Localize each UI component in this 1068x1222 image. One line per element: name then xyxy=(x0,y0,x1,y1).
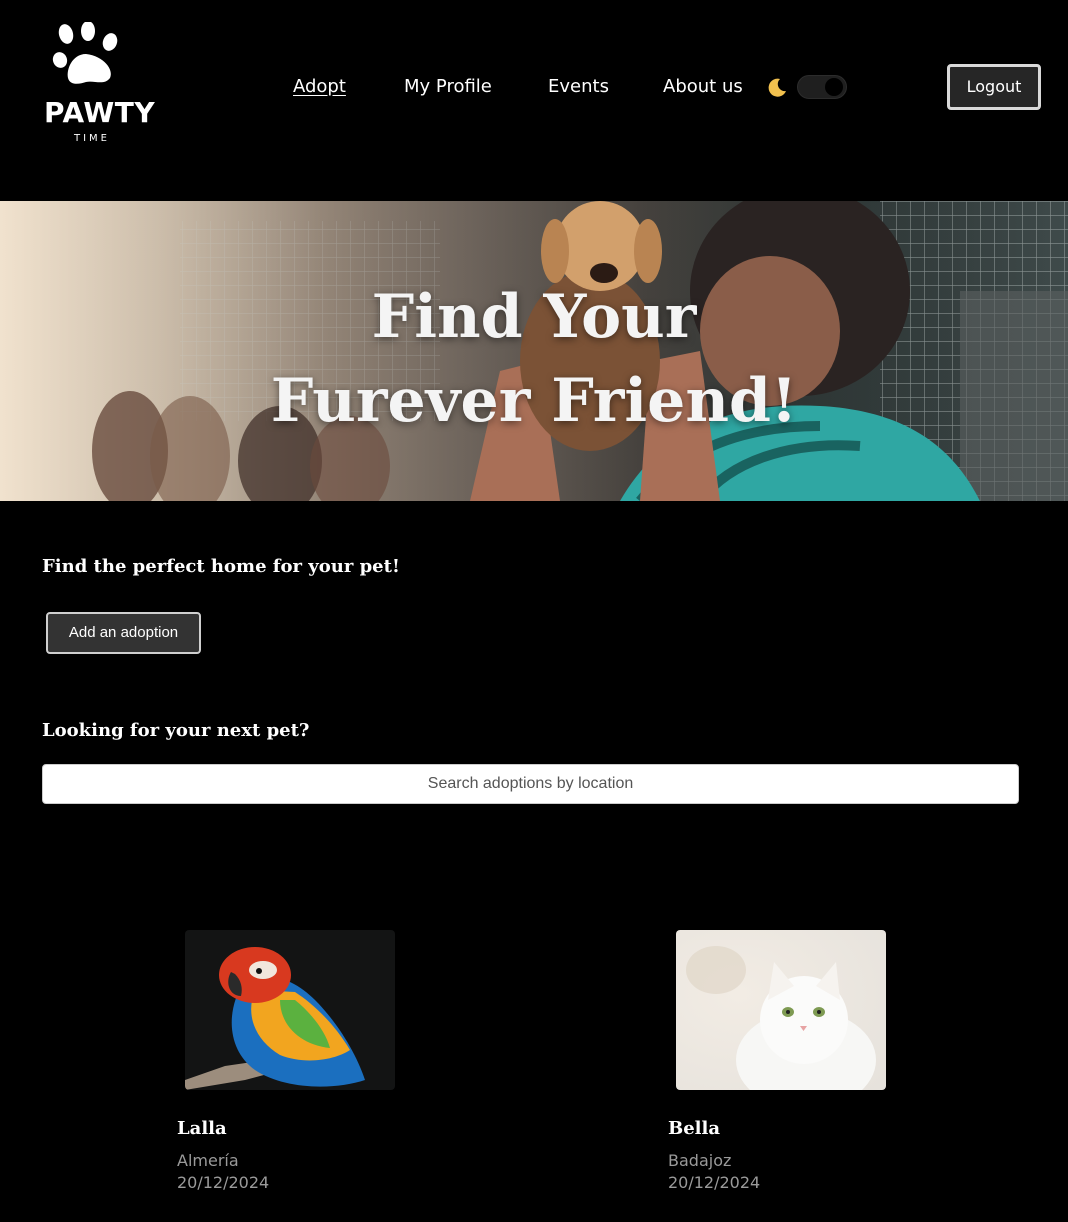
search-input[interactable] xyxy=(42,764,1019,804)
logout-button[interactable]: Logout xyxy=(947,64,1041,110)
parrot-photo[interactable] xyxy=(185,930,395,1090)
pet-name: Bella xyxy=(668,1118,721,1139)
hero-title-line-2: Furever Friend! xyxy=(270,366,798,436)
moon-icon xyxy=(768,78,786,97)
nav-events[interactable]: Events xyxy=(548,74,609,100)
hero-title: Find Your Furever Friend! xyxy=(0,275,1068,443)
white-cat-photo[interactable] xyxy=(676,930,886,1090)
pet-name: Lalla xyxy=(177,1118,227,1139)
pawty-time-logo[interactable]: PAWTY TIME xyxy=(44,22,156,148)
section-heading: Find the perfect home for your pet! xyxy=(42,556,400,577)
paw-icon xyxy=(52,22,118,84)
pet-location: Badajoz xyxy=(668,1151,732,1170)
toggle-knob xyxy=(825,78,843,96)
brand-tagline: TIME xyxy=(73,133,110,144)
hero-title-line-1: Find Your xyxy=(371,282,697,352)
hero-banner: Find Your Furever Friend! xyxy=(0,201,1068,501)
search-heading: Looking for your next pet? xyxy=(42,720,310,741)
adoption-date: 20/12/2024 xyxy=(668,1173,761,1192)
nav-my-profile[interactable]: My Profile xyxy=(404,74,492,100)
brand-name: PAWTY xyxy=(44,96,156,129)
pet-location: Almería xyxy=(177,1151,239,1170)
dark-mode-toggle[interactable] xyxy=(797,75,847,99)
nav-about-us[interactable]: About us xyxy=(663,74,743,100)
adoption-date: 20/12/2024 xyxy=(177,1173,270,1192)
add-adoption-button[interactable]: Add an adoption xyxy=(46,612,201,654)
site-header: PAWTY TIME Adopt My Profile Events About… xyxy=(0,0,1068,201)
nav-adopt[interactable]: Adopt xyxy=(293,74,346,100)
